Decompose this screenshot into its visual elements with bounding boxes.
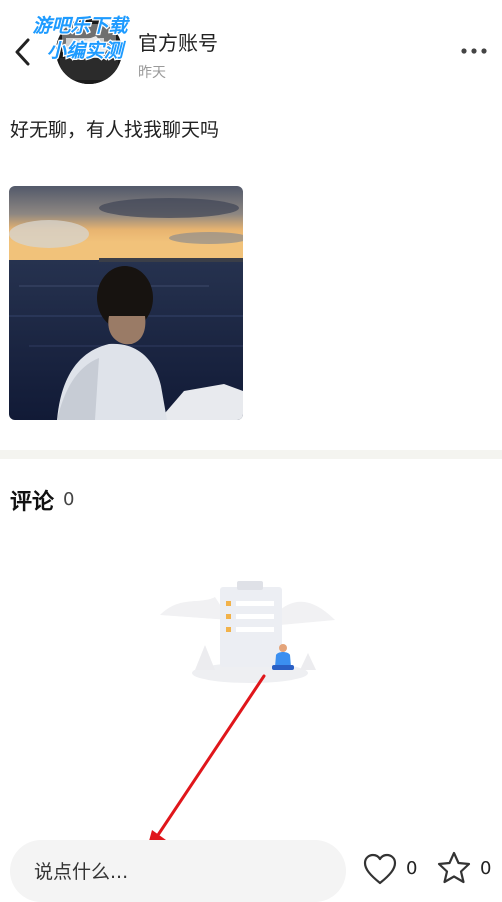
author-name[interactable]: 官方账号 bbox=[138, 27, 218, 56]
like-button[interactable] bbox=[362, 852, 398, 886]
post-photo bbox=[9, 186, 243, 420]
comments-count: 0 bbox=[63, 489, 75, 510]
comment-input[interactable] bbox=[32, 856, 326, 888]
heart-icon bbox=[363, 853, 397, 885]
favorite-button[interactable] bbox=[436, 850, 472, 886]
comment-input-container[interactable] bbox=[10, 840, 346, 902]
like-count: 0 bbox=[406, 858, 418, 879]
watermark-line2: 小编实测 bbox=[47, 40, 127, 62]
comments-title: 评论 bbox=[10, 490, 55, 515]
more-options-button[interactable] bbox=[452, 38, 496, 64]
star-icon bbox=[437, 851, 471, 884]
favorite-count: 0 bbox=[480, 858, 492, 879]
post-image[interactable] bbox=[9, 186, 243, 420]
section-divider bbox=[0, 450, 502, 459]
watermark-line1: 游吧乐下载 bbox=[32, 15, 130, 37]
empty-comments-illustration bbox=[160, 581, 335, 683]
post-time: 昨天 bbox=[138, 65, 166, 81]
post-text: 好无聊，有人找我聊天吗 bbox=[10, 119, 220, 141]
more-horizontal-icon bbox=[461, 48, 487, 54]
watermark-logo: 游吧乐下载 小编实测 bbox=[31, 14, 132, 64]
